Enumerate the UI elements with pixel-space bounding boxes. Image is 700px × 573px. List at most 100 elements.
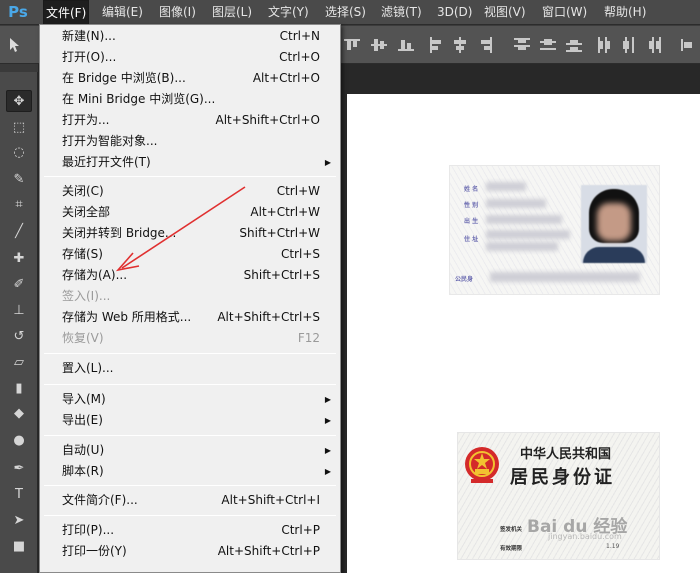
eyedropper-tool-icon[interactable]: ╱ <box>6 221 32 243</box>
marquee-tool-icon[interactable]: ⬚ <box>6 117 32 139</box>
align-bottom-icon[interactable] <box>398 37 414 53</box>
file-menu-item-6[interactable]: 最近打开文件(T) ▶ <box>41 152 339 173</box>
menu-view[interactable]: 视图(V) <box>482 0 528 25</box>
auto-align-icon[interactable] <box>680 37 696 53</box>
id-photo <box>581 185 647 263</box>
file-menu-item-12: 签入(I)... <box>41 286 339 307</box>
id-label-citizen-number: 公民身 <box>455 276 474 283</box>
distribute-bottom-icon[interactable] <box>566 37 582 53</box>
id-back-title-card: 居民身份证 <box>510 467 615 488</box>
menu-separator <box>44 384 336 385</box>
quick-selection-tool-icon[interactable]: ✎ <box>6 169 32 191</box>
distribute-hcenter-icon[interactable] <box>621 37 637 53</box>
dodge-tool-icon[interactable]: ● <box>6 430 32 452</box>
file-menu-item-8[interactable]: 关闭全部 Alt+Ctrl+W <box>41 202 339 223</box>
menu-separator <box>44 515 336 516</box>
file-menu-item-label: 置入(L)... <box>62 361 114 375</box>
clone-stamp-tool-icon[interactable]: ⊥ <box>6 300 32 322</box>
file-menu-item-shortcut: Shift+Ctrl+S <box>243 268 320 282</box>
file-menu-item-10[interactable]: 存储(S) Ctrl+S <box>41 244 339 265</box>
menu-3d[interactable]: 3D(D) <box>435 0 474 25</box>
menu-type[interactable]: 文字(Y) <box>266 0 311 25</box>
file-menu-item-0[interactable]: 新建(N)... Ctrl+N <box>41 26 339 47</box>
tools-panel: ✥ ⬚ ◌ ✎ ⌗ ╱ ✚ ✐ ⊥ ↺ ▱ ▮ ◆ ● ✒ T ➤ ■ <box>0 64 38 573</box>
align-right-icon[interactable] <box>478 37 494 53</box>
file-menu-item-shortcut: Alt+Shift+Ctrl+P <box>217 544 320 558</box>
menu-image[interactable]: 图像(I) <box>157 0 198 25</box>
pen-tool-icon[interactable]: ✒ <box>6 458 32 480</box>
tools-panel-handle[interactable] <box>0 64 38 72</box>
id-back-issuer-label: 签发机关 <box>500 527 523 533</box>
file-menu-item-17[interactable]: 导出(E) ▶ <box>41 410 339 431</box>
submenu-arrow-icon: ▶ <box>324 158 331 167</box>
photoshop-logo: Ps <box>8 3 28 21</box>
file-menu-item-14: 恢复(V) F12 <box>41 328 339 349</box>
file-menu-item-shortcut: Alt+Shift+Ctrl+I <box>221 493 320 507</box>
distribute-right-icon[interactable] <box>646 37 662 53</box>
id-back-validity-value: 1.19 <box>606 543 620 550</box>
file-menu-item-label: 打开为智能对象... <box>62 134 158 148</box>
id-back-title-country: 中华人民共和国 <box>520 447 612 462</box>
distribute-left-icon[interactable] <box>597 37 613 53</box>
file-menu-item-label: 文件简介(F)... <box>62 493 138 507</box>
file-menu-item-label: 关闭全部 <box>62 205 111 219</box>
file-menu-item-shortcut: Ctrl+N <box>279 29 320 43</box>
lasso-tool-icon[interactable]: ◌ <box>6 142 32 164</box>
file-menu-item-label: 在 Mini Bridge 中浏览(G)... <box>62 92 216 106</box>
file-menu-item-5[interactable]: 打开为智能对象... <box>41 131 339 152</box>
align-left-icon[interactable] <box>428 37 444 53</box>
move-tool-preset-icon[interactable] <box>6 36 28 54</box>
align-top-icon[interactable] <box>344 37 360 53</box>
menu-separator <box>44 353 336 354</box>
menu-select[interactable]: 选择(S) <box>323 0 368 25</box>
file-menu-item-22[interactable]: 打印一份(Y) Alt+Shift+Ctrl+P <box>41 541 339 562</box>
submenu-arrow-icon: ▶ <box>324 467 331 476</box>
menu-filter[interactable]: 滤镜(T) <box>379 0 424 25</box>
brush-tool-icon[interactable]: ✐ <box>6 274 32 296</box>
file-menu-item-label: 新建(N)... <box>62 29 116 43</box>
file-menu-item-16[interactable]: 导入(M) ▶ <box>41 389 339 410</box>
align-vcenter-icon[interactable] <box>371 37 387 53</box>
menu-layer[interactable]: 图层(L) <box>210 0 254 25</box>
history-brush-tool-icon[interactable]: ↺ <box>6 326 32 348</box>
menu-window[interactable]: 窗口(W) <box>540 0 589 25</box>
file-menu-item-20[interactable]: 文件简介(F)... Alt+Shift+Ctrl+I <box>41 490 339 511</box>
file-menu-item-shortcut: Ctrl+O <box>279 50 320 64</box>
blur-tool-icon[interactable]: ◆ <box>6 403 32 425</box>
distribute-vcenter-icon[interactable] <box>540 37 556 53</box>
submenu-arrow-icon: ▶ <box>324 446 331 455</box>
align-hcenter-icon[interactable] <box>452 37 468 53</box>
file-menu-item-label: 导入(M) <box>62 392 106 406</box>
file-menu-item-label: 在 Bridge 中浏览(B)... <box>62 71 186 85</box>
gradient-tool-icon[interactable]: ▮ <box>6 378 32 400</box>
crop-tool-icon[interactable]: ⌗ <box>6 194 32 216</box>
file-menu-item-1[interactable]: 打开(O)... Ctrl+O <box>41 47 339 68</box>
shape-tool-icon[interactable]: ■ <box>6 536 32 558</box>
file-menu-item-9[interactable]: 关闭并转到 Bridge... Shift+Ctrl+W <box>41 223 339 244</box>
file-menu-item-shortcut: Shift+Ctrl+W <box>239 226 320 240</box>
file-menu-item-15[interactable]: 置入(L)... <box>41 358 339 379</box>
file-menu-item-21[interactable]: 打印(P)... Ctrl+P <box>41 520 339 541</box>
type-tool-icon[interactable]: T <box>6 484 32 506</box>
file-menu-dropdown: 新建(N)... Ctrl+N 打开(O)... Ctrl+O 在 Bridge 中浏览… <box>39 24 341 573</box>
menu-help[interactable]: 帮助(H) <box>602 0 648 25</box>
blurred-id-number <box>490 272 640 282</box>
path-selection-tool-icon[interactable]: ➤ <box>6 510 32 532</box>
menu-file[interactable]: 文件(F) <box>43 0 90 25</box>
menu-bar: Ps 文件(F) 编辑(E) 图像(I) 图层(L) 文字(Y) 选择(S) 滤… <box>0 0 700 25</box>
file-menu-item-3[interactable]: 在 Mini Bridge 中浏览(G)... <box>41 89 339 110</box>
healing-brush-tool-icon[interactable]: ✚ <box>6 248 32 270</box>
file-menu-item-7[interactable]: 关闭(C) Ctrl+W <box>41 181 339 202</box>
file-menu-item-4[interactable]: 打开为... Alt+Shift+Ctrl+O <box>41 110 339 131</box>
menu-edit[interactable]: 编辑(E) <box>100 0 145 25</box>
file-menu-item-19[interactable]: 脚本(R) ▶ <box>41 461 339 482</box>
eraser-tool-icon[interactable]: ▱ <box>6 352 32 374</box>
menu-separator <box>44 485 336 486</box>
move-tool-icon[interactable]: ✥ <box>6 90 32 112</box>
file-menu-item-13[interactable]: 存储为 Web 所用格式... Alt+Shift+Ctrl+S <box>41 307 339 328</box>
distribute-top-icon[interactable] <box>514 37 530 53</box>
file-menu-item-18[interactable]: 自动(U) ▶ <box>41 440 339 461</box>
file-menu-item-11[interactable]: 存储为(A)... Shift+Ctrl+S <box>41 265 339 286</box>
file-menu-item-2[interactable]: 在 Bridge 中浏览(B)... Alt+Ctrl+O <box>41 68 339 89</box>
id-back-validity-label: 有效期限 <box>500 546 523 552</box>
